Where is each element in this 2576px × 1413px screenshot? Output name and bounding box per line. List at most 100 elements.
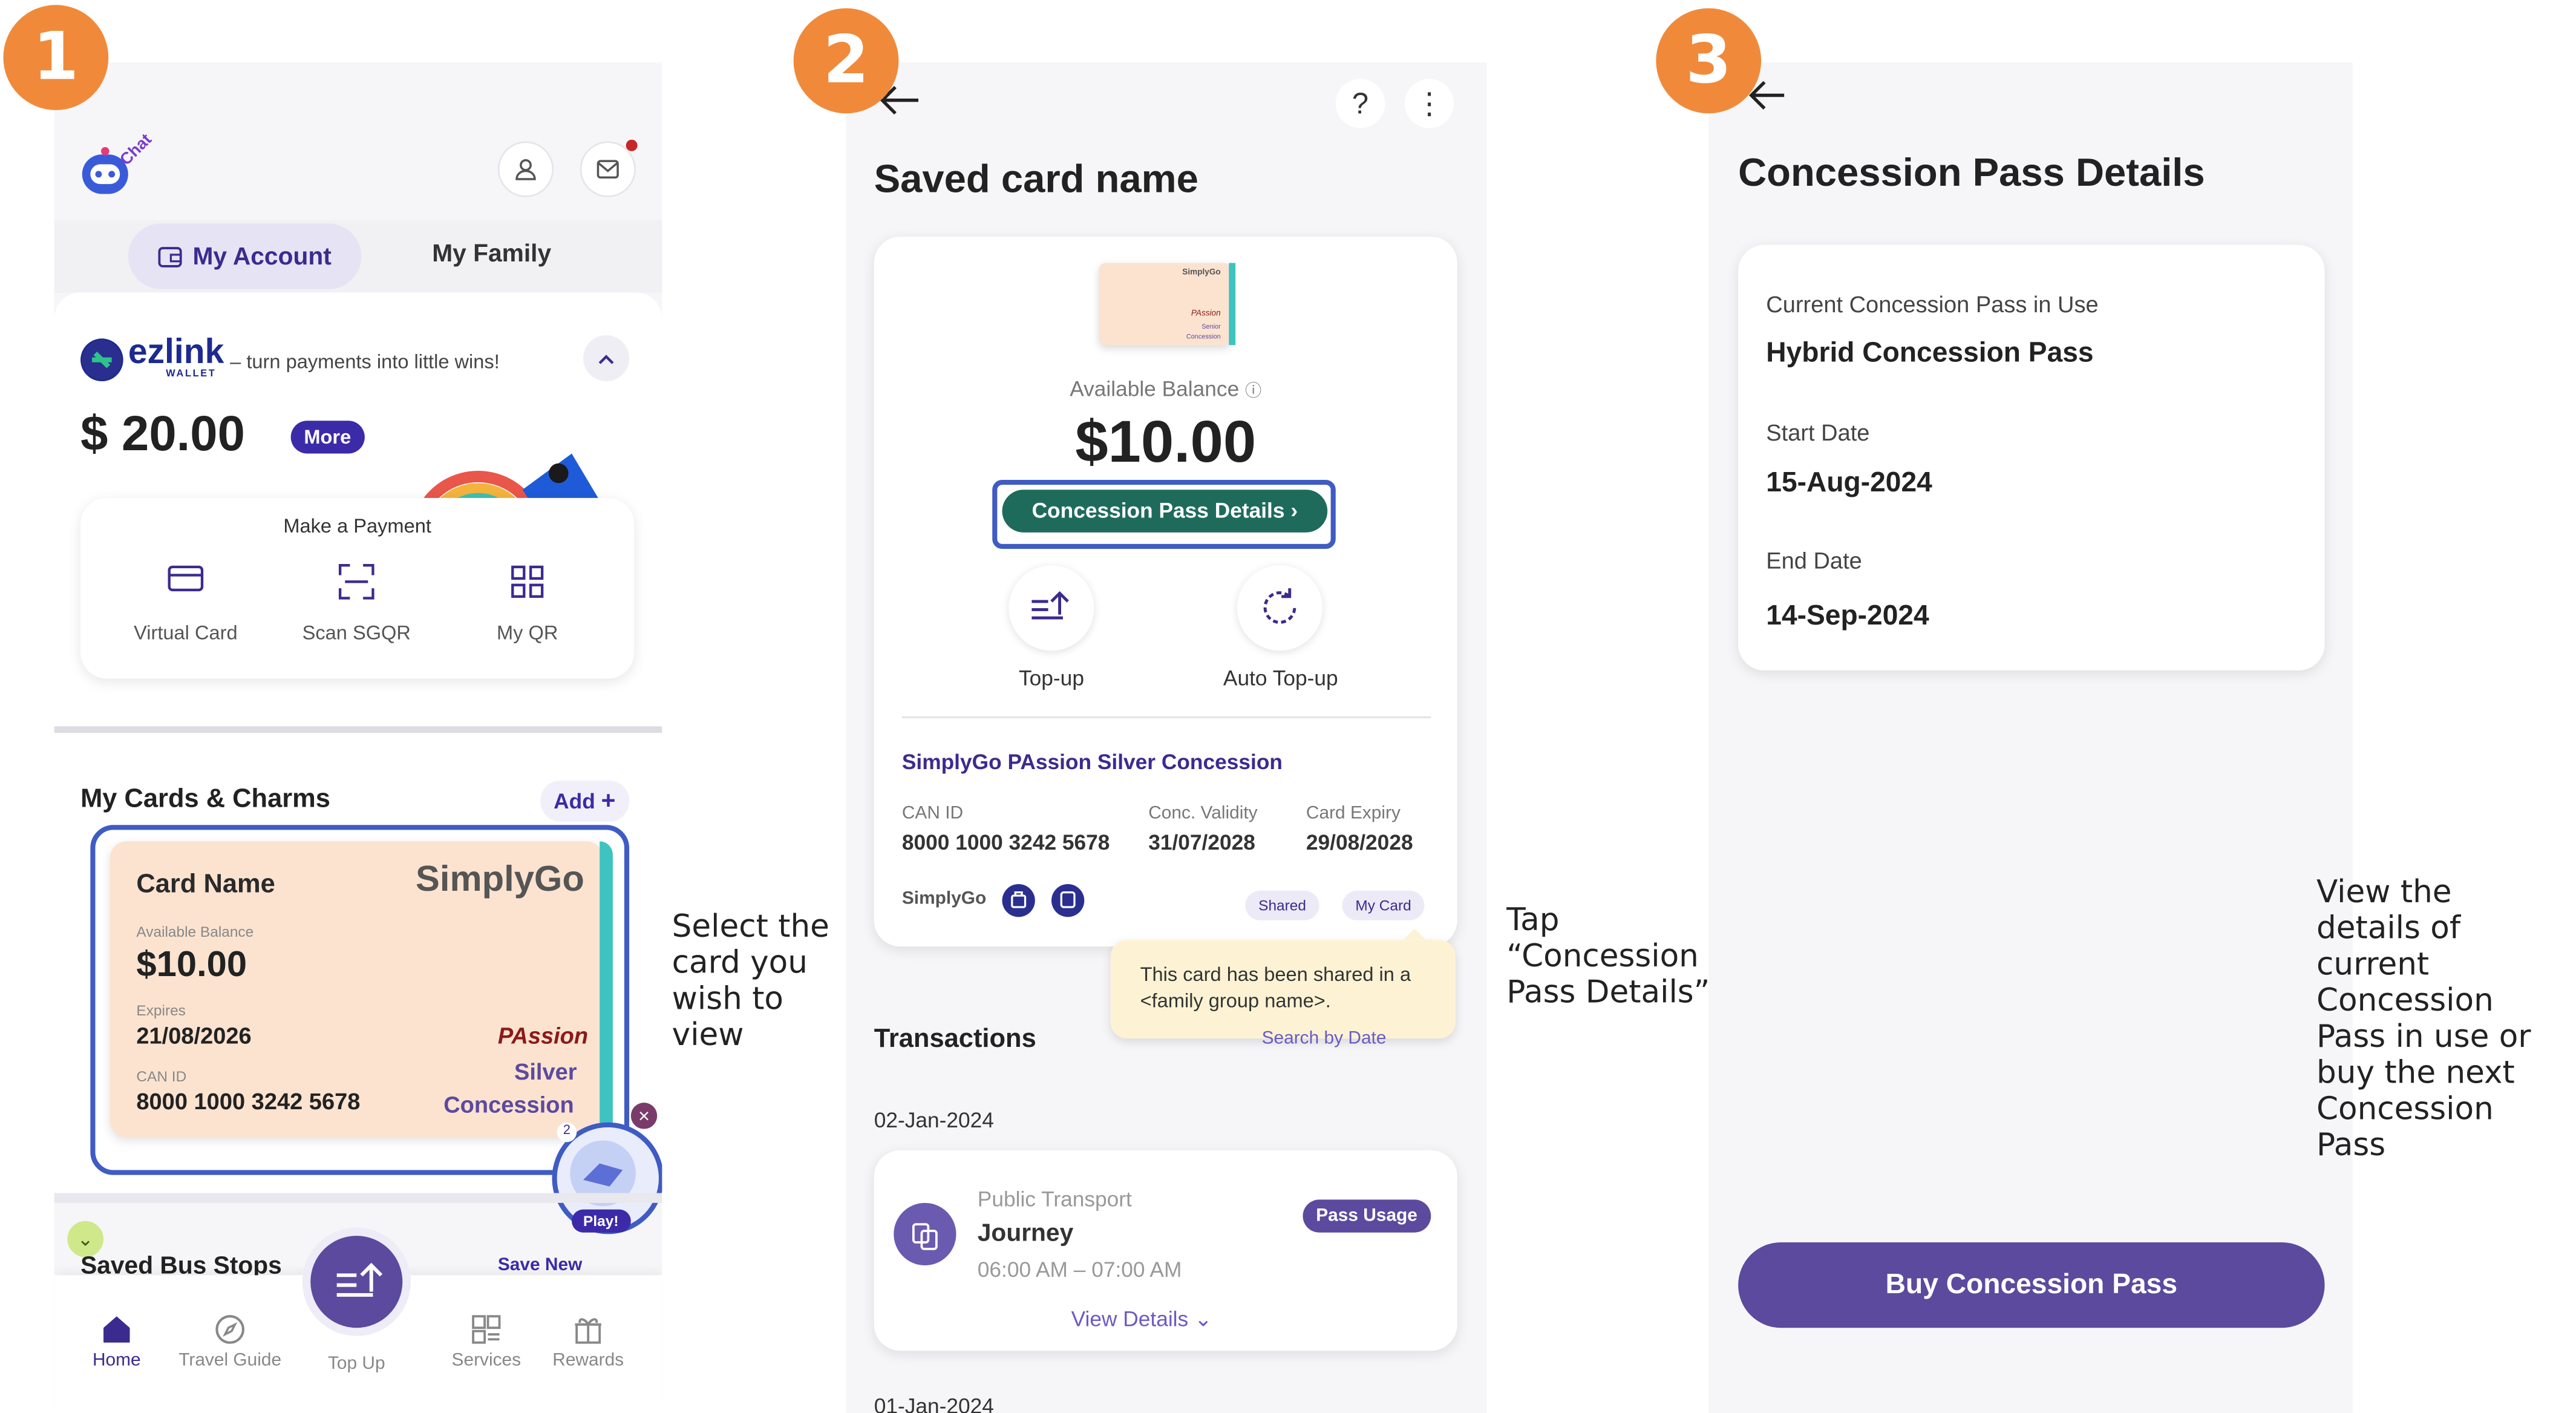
transport-txn-icon xyxy=(894,1202,956,1266)
card-tile[interactable]: Card Name SimplyGo Available Balance $10… xyxy=(110,841,613,1138)
nav-travel-guide[interactable]: Travel Guide xyxy=(172,1314,287,1371)
transactions-title: Transactions xyxy=(874,1025,1036,1054)
caption-2-line: Pass Details” xyxy=(1506,974,1710,1011)
conc-validity-value: 31/07/2028 xyxy=(1148,830,1255,855)
nav-home[interactable]: Home xyxy=(59,1314,174,1371)
current-pass-label: Current Concession Pass in Use xyxy=(1766,290,2099,318)
top-up-fab[interactable] xyxy=(310,1236,403,1328)
tab-my-family[interactable]: My Family xyxy=(432,240,551,267)
play-label: Play! xyxy=(572,1209,630,1233)
caption-3-line: current xyxy=(2316,946,2430,983)
can-id-value: 8000 1000 3242 5678 xyxy=(901,830,1110,855)
cards-section-title: My Cards & Charms xyxy=(80,785,330,814)
buy-concession-pass-button[interactable]: Buy Concession Pass xyxy=(1738,1242,2325,1328)
caption-3-line: details of xyxy=(2316,910,2461,947)
ezlink-brand: ezlink xyxy=(128,333,224,372)
gift-icon xyxy=(575,1318,601,1344)
auto-top-up-label: Auto Top-up xyxy=(1223,665,1338,690)
top-up-icon xyxy=(336,1262,383,1297)
nav-travel-guide-label: Travel Guide xyxy=(178,1351,282,1371)
wallet-more-button[interactable]: More xyxy=(290,421,364,454)
scan-sgqr-button[interactable]: Scan SGQR xyxy=(298,563,416,644)
search-by-date-link[interactable]: Search by Date xyxy=(1262,1029,1387,1049)
nav-rewards-label: Rewards xyxy=(552,1351,624,1371)
transaction-time: 06:00 AM – 07:00 AM xyxy=(977,1257,1182,1282)
nav-top-up-label: Top Up xyxy=(327,1354,385,1374)
card-expiry-label: Card Expiry xyxy=(1306,803,1401,824)
tab-my-account[interactable]: My Account xyxy=(128,223,362,289)
saved-card-title: Saved card name xyxy=(874,157,1198,203)
card-type-title: SimplyGo PAssion Silver Concession xyxy=(901,749,1283,775)
nav-services[interactable]: Services xyxy=(429,1314,544,1371)
transaction-date-1: 02-Jan-2024 xyxy=(874,1107,994,1133)
card-detail-panel: SimplyGo PAssion Senior Concession Avail… xyxy=(874,237,1457,947)
scan-sgqr-label: Scan SGQR xyxy=(302,621,411,644)
card-tier: Silver xyxy=(514,1058,577,1085)
close-play-icon[interactable]: × xyxy=(630,1103,658,1129)
view-details-link[interactable]: View Details ⌄ xyxy=(1071,1306,1212,1333)
play-count-badge: 2 xyxy=(557,1122,577,1143)
caption-3-line: Pass xyxy=(2316,1127,2386,1164)
profile-icon[interactable] xyxy=(497,141,554,197)
section-divider-2 xyxy=(54,1193,662,1203)
my-card-chip[interactable]: My Card xyxy=(1342,890,1425,920)
caption-3: View the details of current Concession P… xyxy=(2316,874,2531,1164)
step-badge-1: 1 xyxy=(3,5,109,110)
save-new-button[interactable]: Save New xyxy=(498,1256,583,1276)
make-payment-panel: Make a Payment Virtual Card Scan SGQR My… xyxy=(80,497,635,679)
transaction-card[interactable]: Public Transport Journey 06:00 AM – 07:0… xyxy=(874,1150,1457,1351)
collapse-chevron-icon[interactable] xyxy=(583,335,630,382)
mini-card-brand: SimplyGo xyxy=(1182,267,1221,278)
nav-services-label: Services xyxy=(451,1351,521,1371)
qr-icon xyxy=(511,565,544,598)
virtual-card-button[interactable]: Virtual Card xyxy=(126,563,245,644)
caption-1-line: view xyxy=(672,1017,744,1054)
auto-top-up-button[interactable] xyxy=(1237,565,1323,651)
my-qr-button[interactable]: My QR xyxy=(468,563,587,644)
help-icon[interactable]: ? xyxy=(1335,79,1385,128)
add-card-label: Add xyxy=(554,788,595,814)
step-badge-2: 2 xyxy=(793,8,899,114)
caption-3-line: buy the next xyxy=(2316,1055,2515,1092)
start-date-value: 15-Aug-2024 xyxy=(1766,467,1932,498)
my-qr-label: My QR xyxy=(497,621,558,644)
caption-3-line: View the xyxy=(2316,874,2452,911)
services-icon xyxy=(472,1315,501,1344)
nav-home-label: Home xyxy=(92,1351,141,1371)
nav-top-up[interactable]: Top Up xyxy=(299,1354,414,1374)
caption-1-line: Select the xyxy=(672,908,829,945)
caption-1-line: card you xyxy=(672,945,808,982)
notification-dot xyxy=(626,139,638,151)
conc-validity-label: Conc. Validity xyxy=(1148,803,1258,824)
bag-icon xyxy=(1002,884,1035,917)
chat-bot-icon[interactable]: Chat xyxy=(79,131,156,201)
end-date-value: 14-Sep-2024 xyxy=(1766,600,1929,631)
card-balance: $10.00 xyxy=(136,943,247,985)
add-card-button[interactable]: Add + xyxy=(540,780,629,822)
mini-card-edge xyxy=(1229,263,1236,346)
tooltip-text: This card has been shared in a <family g… xyxy=(1140,963,1411,1012)
current-pass-value: Hybrid Concession Pass xyxy=(1766,336,2094,369)
screen-3: Concession Pass Details Current Concessi… xyxy=(1708,62,2353,1413)
mini-card-line1: Senior xyxy=(1201,322,1221,330)
concession-pass-details-button[interactable]: Concession Pass Details › xyxy=(1002,490,1328,533)
card-type: Concession xyxy=(443,1091,574,1118)
simplygo-small-logo: SimplyGo xyxy=(901,889,987,909)
available-balance-text: Available Balance xyxy=(1070,376,1240,401)
card-icon xyxy=(168,565,204,592)
caption-2: Tap “Concession Pass Details” xyxy=(1506,902,1710,1011)
caption-3-line: Concession xyxy=(2316,1091,2494,1127)
mini-card-passion: PAssion xyxy=(1191,309,1221,319)
start-date-label: Start Date xyxy=(1766,419,1870,445)
nav-rewards[interactable]: Rewards xyxy=(531,1314,646,1371)
wallet-icon xyxy=(159,246,183,267)
tooltip-arrow xyxy=(1403,928,1427,940)
screen-1: Chat My Account My Family ezlink WALLET … xyxy=(54,62,662,1413)
concession-pass-details-label: Concession Pass Details xyxy=(1031,497,1285,523)
wallet-balance: $ 20.00 xyxy=(80,407,245,462)
info-icon[interactable]: ⓘ xyxy=(1245,383,1261,401)
shared-chip[interactable]: Shared xyxy=(1245,890,1319,920)
mail-icon[interactable] xyxy=(580,139,638,197)
top-up-button[interactable] xyxy=(1008,565,1094,651)
more-options-icon[interactable]: ⋮ xyxy=(1404,79,1454,128)
